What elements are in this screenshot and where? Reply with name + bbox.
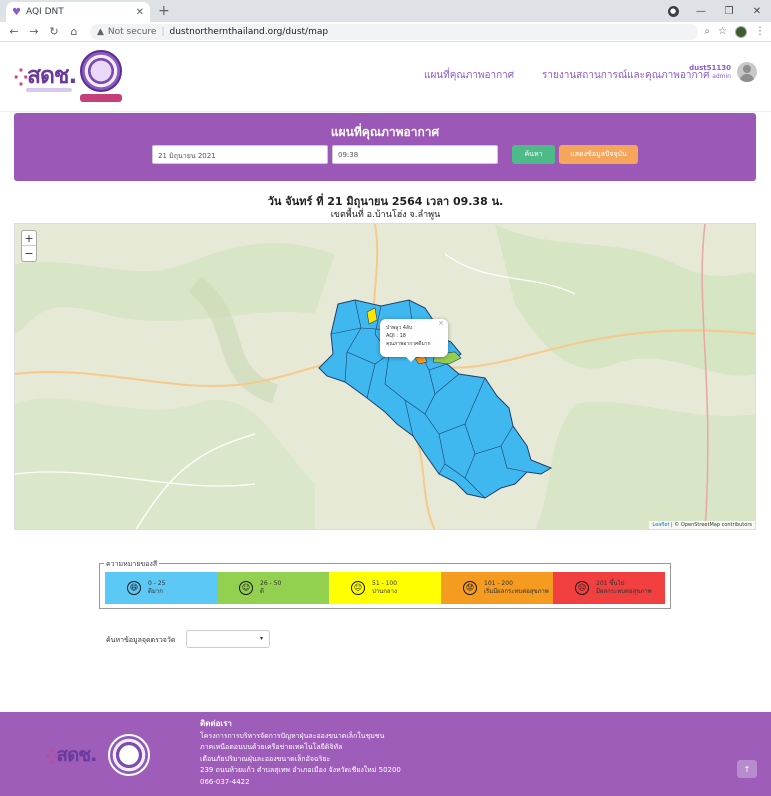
legend-label: ปานกลาง (372, 588, 397, 595)
back-to-top-button[interactable]: ↑ (737, 760, 757, 778)
toolbar-icons: ⌕ ☆ ⋮ (704, 25, 771, 38)
legend-item-moderate: 😐 51 - 100 ปานกลาง (329, 572, 441, 604)
window-controls: ● — ❐ ✕ (659, 0, 771, 22)
zoom-in-button[interactable]: + (22, 231, 36, 246)
popup-close-icon[interactable]: × (438, 319, 444, 327)
station-select[interactable]: ▾ (186, 630, 270, 648)
reload-icon[interactable]: ↻ (44, 25, 64, 38)
sad-face-icon: ☹ (575, 581, 589, 595)
legend-item-sensitive: 😟 101 - 200 เริ่มมีผลกระทบต่อสุขภาพ (441, 572, 553, 604)
legend-item-good: ☺ 26 - 50 ดี (217, 572, 329, 604)
panel-title: แผนที่คุณภาพอากาศ (330, 125, 440, 139)
contact-line: โครงการการบริหารจัดการปัญหาฝุ่นละอองขนาด… (200, 731, 385, 740)
smile-face-icon: ☺ (239, 581, 253, 595)
tab-title: AQI DNT (25, 7, 64, 17)
avatar[interactable] (737, 62, 757, 82)
search-button[interactable]: ค้นหา (512, 145, 555, 164)
very-happy-face-icon: 😄 (127, 581, 141, 595)
popup-station: ป่าพลูว 4ลับ (386, 325, 413, 331)
warning-icon: ▲ (97, 26, 104, 37)
contact-address: 239 ถนนห้วยแก้ว ตำบลสุเทพ อำเภอเมือง จัง… (200, 766, 401, 774)
close-tab-icon[interactable]: ✕ (136, 7, 144, 18)
site-footer: ⁛สดช. ติดต่อเรา โครงการการบริหารจัดการปั… (0, 712, 771, 796)
contact-phone: 066-037-4422 (200, 777, 250, 786)
legend-item-unhealthy: ☹ 201 ขึ้นไป มีผลกระทบต่อสุขภาพ (553, 572, 665, 604)
zoom-icon[interactable]: ⌕ (704, 26, 710, 37)
osm-attribution: | © OpenStreetMap contributors (671, 522, 752, 528)
station-popup: × ป่าพลูว 4ลับ AQI : 18 คุณภาพอากาศดีมาก (380, 319, 448, 362)
url-text: dustnorthernthailand.org/dust/map (169, 26, 329, 37)
restore-button[interactable]: ❐ (715, 0, 743, 22)
zoom-control: + − (21, 230, 37, 262)
contact-heading: ติดต่อเรา (200, 719, 232, 728)
minimize-button[interactable]: — (687, 0, 715, 22)
neutral-face-icon: 😐 (351, 581, 365, 595)
legend-item-very-good: 😄 0 - 25 ดีมาก (105, 572, 217, 604)
footer-logo-dots: ⁛ (46, 750, 57, 765)
sdch-logo[interactable]: ⁛สดช. (14, 58, 77, 94)
legend-range: 51 - 100 (372, 580, 398, 587)
legend-title: ความหมายของสี (104, 559, 160, 570)
browser-tab[interactable]: ♥ AQI DNT ✕ (6, 2, 150, 22)
legend-label: ดีมาก (148, 588, 163, 595)
address-bar[interactable]: ▲ Not secure | dustnorthernthailand.org/… (90, 23, 699, 40)
legend-range: 0 - 25 (148, 580, 166, 587)
logo-text: สดช. (26, 63, 77, 89)
popup-quality: คุณภาพอากาศดีมาก (386, 341, 431, 347)
nav-air-quality-map[interactable]: แผนที่คุณภาพอากาศ (424, 68, 514, 83)
new-tab-button[interactable]: + (158, 3, 170, 19)
air-quality-map[interactable]: + − × ป่าพลูว 4ลับ AQI : 18 คุณภาพอากาศด… (14, 223, 756, 530)
legend-label: ดี (260, 588, 264, 595)
leaflet-link[interactable]: Leaflet (652, 522, 669, 528)
legend-range: 26 - 50 (260, 580, 282, 587)
extension-icon[interactable] (735, 25, 747, 38)
user-role: admin (712, 73, 731, 80)
legend-range: 101 - 200 (484, 580, 513, 587)
menu-dots-icon[interactable]: ⋮ (755, 26, 765, 37)
profile-record-icon[interactable]: ● (659, 0, 687, 22)
back-icon[interactable]: ← (4, 25, 24, 38)
footer-logo-text: สดช. (56, 744, 97, 766)
area-heading: เขตพื้นที่ อ.บ้านโฮ่ง จ.ลำพูน (330, 210, 441, 220)
close-window-button[interactable]: ✕ (743, 0, 771, 22)
map-attribution: Leaflet | © OpenStreetMap contributors (649, 521, 755, 529)
popup-aqi: AQI : 18 (386, 333, 406, 339)
time-input[interactable]: 09:38 (332, 145, 498, 164)
heart-favicon-icon: ♥ (12, 6, 21, 18)
date-input[interactable]: 21 มิถุนายน 2021 (152, 145, 328, 164)
user-name[interactable]: dust51130 (689, 64, 731, 72)
footer-sdch-logo: ⁛สดช. (46, 740, 97, 770)
station-filter-label: ค้นหาข้อมูลจุดตรวจวัด (106, 636, 176, 644)
forward-icon[interactable]: → (24, 25, 44, 38)
security-label: Not secure (107, 26, 157, 37)
show-current-button[interactable]: แสดงข้อมูลปัจจุบัน (559, 145, 638, 164)
legend-label: เริ่มมีผลกระทบต่อสุขภาพ (484, 588, 549, 595)
footer-contact: ติดต่อเรา โครงการการบริหารจัดการปัญหาฝุ่… (200, 718, 401, 788)
home-icon[interactable]: ⌂ (64, 25, 84, 38)
browser-tabbar: ♥ AQI DNT ✕ + ● — ❐ ✕ (0, 0, 771, 22)
separator: | (161, 26, 165, 37)
bookmark-star-icon[interactable]: ☆ (718, 26, 727, 37)
map-canvas (15, 224, 755, 529)
search-panel: แผนที่คุณภาพอากาศ 21 มิถุนายน 2021 09:38… (14, 113, 756, 181)
chevron-down-icon: ▾ (259, 635, 263, 642)
contact-line: ภาคเหนือตอนบนด้วยเครือข่ายเทคโนโลยีดิจิท… (200, 743, 343, 751)
zoom-out-button[interactable]: − (22, 246, 36, 261)
university-seal-logo (80, 50, 122, 92)
footer-university-seal (108, 734, 150, 776)
worried-face-icon: 😟 (463, 581, 477, 595)
seal-ribbon (80, 94, 122, 102)
logo-underline (26, 88, 72, 92)
address-bar-row: ← → ↻ ⌂ ▲ Not secure | dustnorthernthail… (0, 22, 771, 42)
logo-dots: ⁛ (14, 68, 28, 87)
legend-range: 201 ขึ้นไป (596, 580, 625, 587)
nav-air-quality-report[interactable]: รายงานสถานการณ์และคุณภาพอากาศ (542, 68, 709, 83)
contact-line: เตือนภัยปริมาณฝุ่นละอองขนาดเล็กอัจฉริยะ (200, 754, 331, 763)
legend-label: มีผลกระทบต่อสุขภาพ (596, 588, 652, 595)
